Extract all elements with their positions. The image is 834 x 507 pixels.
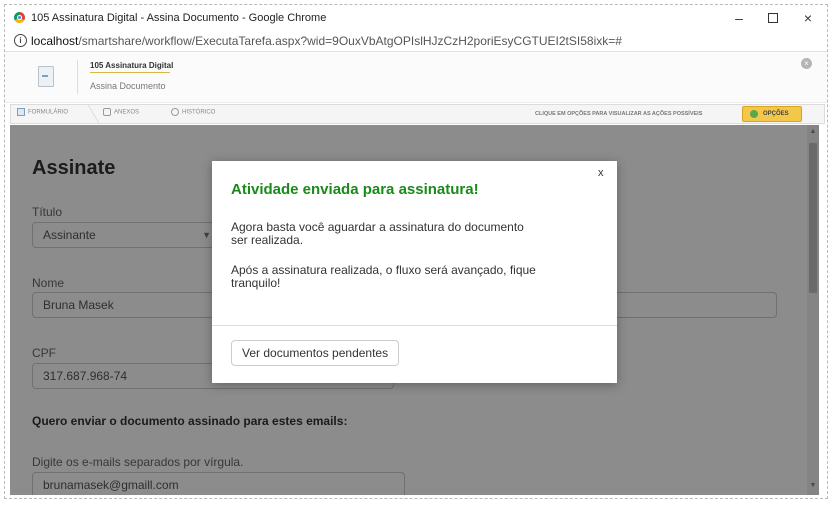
url-host: localhost — [31, 34, 79, 48]
dialog-divider — [212, 325, 617, 326]
document-icon — [38, 66, 54, 87]
attachment-icon — [103, 108, 111, 116]
close-icon[interactable]: × — [801, 58, 812, 69]
form-icon — [17, 108, 25, 116]
close-dialog-button[interactable]: x — [598, 167, 604, 179]
browser-titlebar: 105 Assinatura Digital - Assina Document… — [5, 5, 827, 31]
header-divider — [77, 60, 78, 94]
url-text[interactable]: localhost/smartshare/workflow/ExecutaTar… — [31, 34, 622, 48]
url-path: /smartshare/workflow/ExecutaTarefa.aspx?… — [78, 34, 622, 48]
tab-divider — [77, 105, 100, 123]
options-label: OPÇÕES — [763, 111, 789, 117]
dialog-message-1: Agora basta você aguardar a assinatura d… — [231, 220, 524, 247]
tab-label: ANEXOS — [114, 109, 140, 116]
confirmation-dialog: x Atividade enviada para assinatura! Ago… — [212, 161, 617, 383]
close-window-button[interactable]: × — [792, 7, 824, 29]
window-title: 105 Assinatura Digital - Assina Document… — [31, 12, 327, 24]
app-title: 105 Assinatura Digital — [90, 61, 174, 70]
chrome-logo-icon — [14, 12, 25, 23]
tab-formulario[interactable]: FORMULÁRIO — [17, 108, 68, 116]
dialog-message-2: Após a assinatura realizada, o fluxo ser… — [231, 263, 536, 290]
tab-label: HISTÓRICO — [182, 109, 216, 116]
dialog-title: Atividade enviada para assinatura! — [231, 181, 479, 198]
app-header: 105 Assinatura Digital Assina Documento … — [5, 52, 827, 103]
tabs-bar: FORMULÁRIO ANEXOS HISTÓRICO CLIQUE EM OP… — [10, 104, 825, 124]
options-icon — [750, 110, 758, 118]
tab-historico[interactable]: HISTÓRICO — [171, 108, 215, 116]
info-icon[interactable]: i — [14, 34, 27, 47]
title-underline — [90, 72, 170, 73]
address-bar[interactable]: i localhost/smartshare/workflow/ExecutaT… — [5, 31, 827, 52]
tab-anexos[interactable]: ANEXOS — [103, 108, 139, 116]
maximize-button[interactable] — [757, 7, 789, 29]
history-icon — [171, 108, 179, 116]
pending-documents-button[interactable]: Ver documentos pendentes — [231, 340, 400, 366]
tab-label: FORMULÁRIO — [28, 109, 69, 116]
app-subtitle: Assina Documento — [90, 81, 166, 91]
minimize-button[interactable]: – — [723, 7, 755, 29]
options-hint: CLIQUE EM OPÇÕES PARA VISUALIZAR AS AÇÕE… — [535, 111, 703, 117]
options-button[interactable]: OPÇÕES — [742, 106, 802, 122]
